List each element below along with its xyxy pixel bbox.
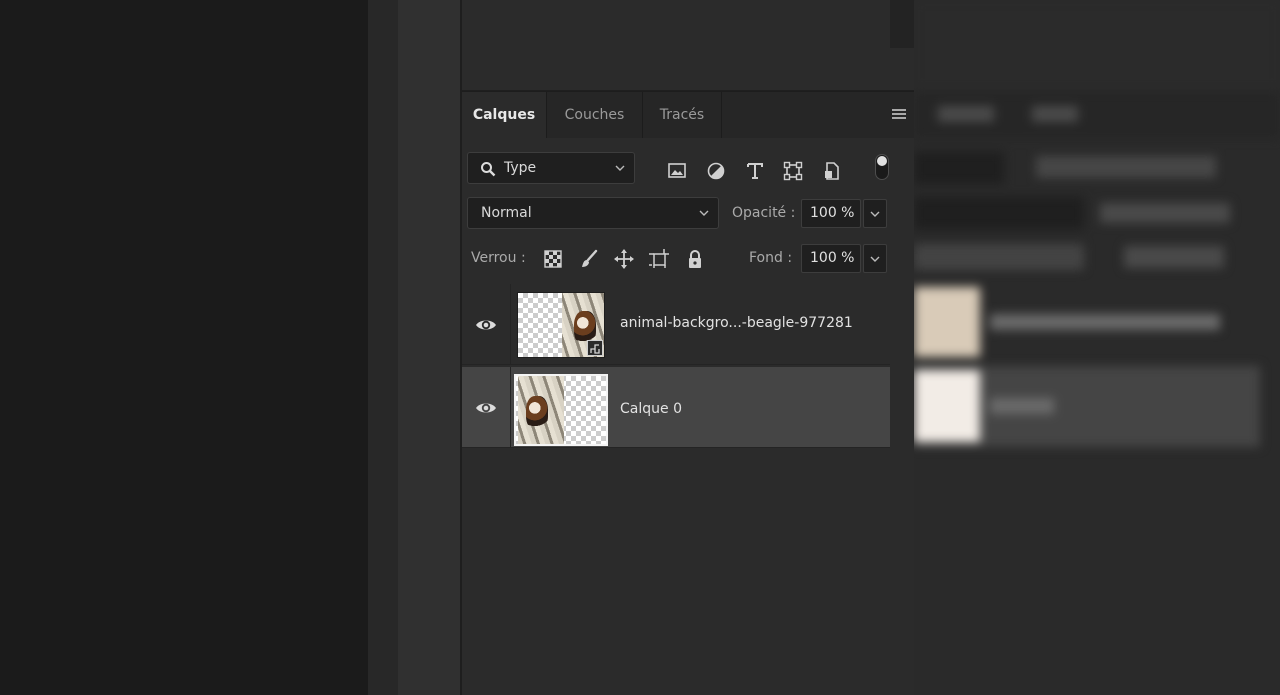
panel-tabbar: Calques Couches Tracés [462, 92, 914, 138]
side-strip [368, 0, 398, 695]
tab-separator [721, 92, 722, 138]
shape-filter-icon[interactable] [782, 160, 804, 182]
upper-panel-scrollbar[interactable] [890, 0, 914, 48]
layers-list: animal-backgro...-beagle-977281 Calque 0 [462, 284, 890, 695]
fill-input[interactable]: 100 % [801, 244, 861, 273]
blend-mode-label: Normal [481, 205, 532, 221]
opacity-dropdown-button[interactable] [863, 199, 887, 228]
layer-thumbnail [517, 292, 605, 358]
layer-row-calque-0[interactable]: Calque 0 [462, 367, 890, 448]
panel-menu-icon[interactable] [892, 109, 906, 121]
lock-position-icon[interactable] [613, 248, 635, 270]
tab-traces[interactable]: Tracés [643, 92, 721, 138]
lock-label: Verrou : [471, 250, 526, 266]
lock-transparent-pixels-icon[interactable] [542, 248, 564, 270]
filter-toggle[interactable] [875, 154, 889, 180]
layer-thumbnail [514, 374, 608, 446]
layer-row-smart-object[interactable]: animal-backgro...-beagle-977281 [462, 284, 890, 365]
dog-image [526, 396, 548, 430]
layers-scrollbar[interactable] [890, 284, 914, 695]
filter-kind-label: Type [504, 160, 537, 176]
lock-all-icon[interactable] [684, 248, 706, 270]
photo-content [518, 376, 564, 444]
filter-kind-dropdown[interactable]: Type [467, 152, 635, 184]
layer-name: Calque 0 [620, 401, 682, 417]
image-filter-icon[interactable] [666, 160, 688, 182]
upper-panel [462, 0, 914, 91]
search-icon [481, 162, 496, 177]
adjustment-filter-icon[interactable] [705, 160, 727, 182]
tab-calques[interactable]: Calques [462, 92, 546, 138]
lock-image-pixels-icon[interactable] [578, 248, 600, 270]
fill-dropdown-button[interactable] [863, 244, 887, 273]
smart-object-badge-icon [587, 340, 603, 356]
blurred-background [914, 0, 1280, 695]
canvas-background [0, 0, 368, 695]
layer-name: animal-backgro...-beagle-977281 [620, 315, 853, 331]
fill-label: Fond : [749, 250, 793, 266]
layers-panel: Calques Couches Tracés Type Normal Opaci… [462, 92, 914, 695]
visibility-column-divider [510, 284, 511, 364]
eye-icon[interactable] [474, 313, 498, 337]
chevron-down-icon [615, 165, 625, 171]
opacity-label: Opacité : [732, 205, 796, 221]
tool-strip [398, 0, 460, 695]
tab-couches[interactable]: Couches [547, 92, 642, 138]
chevron-down-icon [870, 256, 880, 262]
smart-object-filter-icon[interactable] [821, 160, 843, 182]
opacity-input[interactable]: 100 % [801, 199, 861, 228]
blend-mode-dropdown[interactable]: Normal [467, 197, 719, 229]
blurred-content [914, 0, 1280, 695]
eye-icon[interactable] [474, 396, 498, 420]
lock-artboard-icon[interactable] [648, 248, 670, 270]
chevron-down-icon [870, 211, 880, 217]
type-filter-icon[interactable] [744, 160, 766, 182]
chevron-down-icon [699, 210, 709, 216]
visibility-column-divider [510, 367, 511, 447]
